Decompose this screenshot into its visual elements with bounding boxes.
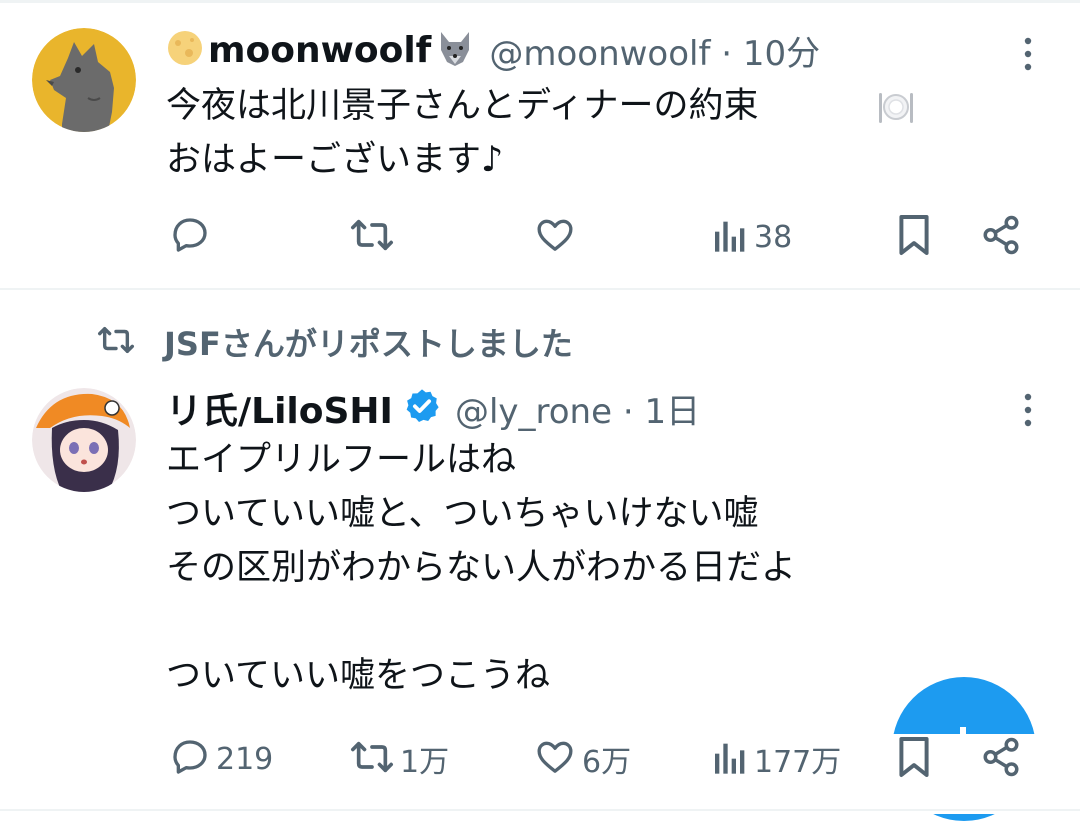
- avatar-liloshi[interactable]: [32, 388, 136, 492]
- like-icon: [534, 215, 576, 259]
- handle-timestamp[interactable]: @ly_rone · 1日: [455, 384, 700, 433]
- views-button[interactable]: 177万: [712, 734, 841, 784]
- reply-button[interactable]: 219: [170, 734, 273, 784]
- share-icon: [980, 736, 1022, 782]
- tweet-text: 今夜は北川景子さんとディナーの約束 おはよーございます♪: [166, 86, 759, 180]
- like-icon: [534, 737, 576, 781]
- reply-icon: [170, 215, 210, 259]
- avatar-moonwoolf[interactable]: [32, 28, 136, 132]
- plate-emoji-icon: [876, 87, 916, 131]
- bookmark-button[interactable]: [896, 212, 932, 262]
- bookmark-icon: [896, 735, 932, 783]
- tweet-header: moonwoolf @moonwoolf · 10分: [166, 26, 820, 74]
- repost-icon: [96, 323, 136, 361]
- tweet-divider: [0, 288, 1080, 290]
- like-count: 6万: [582, 745, 632, 780]
- like-button[interactable]: 6万: [534, 734, 631, 784]
- share-button[interactable]: [980, 734, 1022, 784]
- views-icon: [712, 215, 748, 259]
- like-button[interactable]: [534, 212, 582, 262]
- views-button[interactable]: 38: [712, 212, 792, 262]
- moon-emoji-icon: [166, 29, 204, 71]
- reply-count: 219: [216, 741, 274, 777]
- display-name[interactable]: moonwoolf: [208, 30, 431, 71]
- repost-banner[interactable]: JSFさんがリポストしました: [96, 318, 573, 366]
- more-vertical-icon[interactable]: [1008, 30, 1048, 80]
- repost-icon: [350, 737, 394, 781]
- verified-badge-icon: [403, 387, 441, 429]
- repost-button[interactable]: [350, 212, 400, 262]
- views-count: 177万: [754, 745, 842, 780]
- handle-timestamp[interactable]: @moonwoolf · 10分: [489, 26, 820, 75]
- bookmark-button[interactable]: [896, 734, 932, 784]
- reply-icon: [170, 737, 210, 781]
- tweet-text-wrap: 今夜は北川景子さんとディナーの約束 おはよーございます♪: [166, 79, 913, 187]
- tweet-header: リ氏/LiloSHI @ly_rone · 1日: [166, 384, 700, 432]
- share-icon: [980, 214, 1022, 260]
- compose-plus-icon: [960, 727, 966, 737]
- top-border: [0, 0, 1080, 3]
- views-count: 38: [754, 219, 793, 255]
- wolf-emoji-icon: [435, 28, 475, 72]
- repost-banner-label: JSFさんがリポストしました: [164, 325, 573, 363]
- repost-count: 1万: [400, 745, 450, 780]
- views-icon: [712, 737, 748, 781]
- repost-icon: [350, 215, 394, 259]
- reply-button[interactable]: [170, 212, 216, 262]
- display-name[interactable]: リ氏/LiloSHI: [166, 382, 393, 434]
- tweet-text: エイプリルフールはね ついていい嘘と、ついちゃいけない嘘 その区別がわからない人…: [166, 440, 797, 696]
- bookmark-icon: [896, 213, 932, 261]
- more-vertical-icon[interactable]: [1008, 386, 1048, 436]
- repost-button[interactable]: 1万: [350, 734, 449, 784]
- share-button[interactable]: [980, 212, 1022, 262]
